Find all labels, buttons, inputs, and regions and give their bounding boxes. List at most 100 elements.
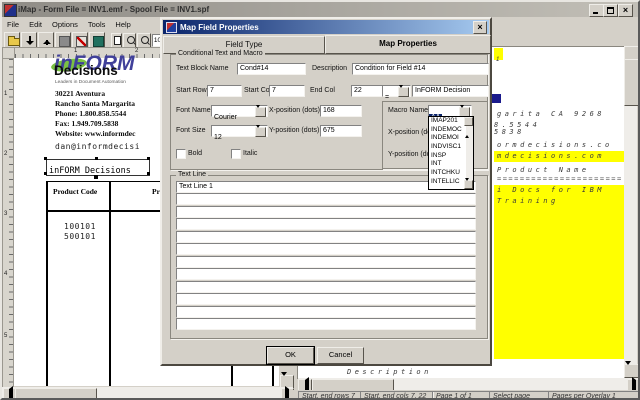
spool-line-marker: 1 — [494, 48, 503, 60]
maximize-button[interactable] — [603, 4, 618, 17]
spool-scroll-up-button[interactable] — [624, 46, 639, 60]
cancel-button[interactable]: Cancel — [317, 347, 364, 364]
dropdown-option[interactable]: INDEMOC — [429, 126, 464, 135]
text-line-input-11[interactable] — [176, 306, 476, 318]
menu-help[interactable]: Help — [115, 20, 130, 29]
status-cols: Start, end cols 7, 22 — [360, 391, 434, 400]
start-col-input[interactable]: 7 — [269, 85, 305, 97]
text-line-input-4[interactable] — [176, 218, 476, 230]
text-block-name-input[interactable]: Cond#14 — [237, 63, 306, 75]
font-size-combo[interactable]: 12 — [211, 125, 268, 137]
gray-block-icon — [59, 36, 70, 47]
x-position-input[interactable]: 168 — [320, 105, 362, 117]
dropdown-scroll-down-button[interactable] — [464, 180, 473, 189]
text-block-name-label: Text Block Name — [176, 65, 229, 72]
dialog-title: Map Field Properties — [180, 23, 259, 32]
end-col-label: End Col — [310, 87, 335, 94]
text-line-input-9[interactable] — [176, 281, 476, 293]
condition-input[interactable]: InFORM Decision — [412, 85, 489, 97]
y-position-input[interactable]: 675 — [320, 125, 362, 137]
dropdown-scroll-up-button[interactable] — [464, 117, 473, 126]
font-size-dropdown-button[interactable] — [255, 127, 266, 137]
v-ruler-number: 2 — [4, 151, 7, 157]
dialog-icon — [166, 22, 177, 33]
address-line: Phone: 1.800.858.5544 — [55, 109, 135, 119]
selection-handle[interactable] — [147, 172, 150, 175]
x-position-label: X-position (dots) — [269, 107, 320, 114]
open-folder-icon — [8, 38, 20, 46]
title-bar: iMap - Form File = INV1.emf - Spool File… — [2, 2, 638, 17]
status-select-page[interactable]: Select page — [489, 391, 549, 400]
tab-label: Field Type — [226, 40, 263, 49]
menu-file[interactable]: File — [7, 20, 19, 29]
minimize-icon — [593, 12, 598, 14]
v-ruler-number: 1 — [4, 91, 7, 97]
selection-handle[interactable] — [94, 175, 98, 179]
form-hscroll-thumb[interactable] — [15, 388, 97, 400]
text-line-input-10[interactable] — [176, 293, 476, 305]
spool-highlight-block — [494, 185, 624, 359]
text-line-input-6[interactable] — [176, 243, 476, 255]
spool-line: garita CA 9268 — [497, 110, 623, 118]
font-name-combo[interactable]: Courier — [211, 105, 268, 117]
minimize-button[interactable] — [589, 4, 604, 17]
selection-handle[interactable] — [95, 157, 98, 160]
font-name-label: Font Name — [176, 107, 211, 114]
zoom-in-handle — [133, 42, 136, 45]
dropdown-option[interactable]: INTCHKU — [429, 169, 464, 178]
operator-dropdown-button[interactable] — [398, 87, 409, 97]
text-line-input-5[interactable] — [176, 231, 476, 243]
menu-options[interactable]: Options — [52, 20, 78, 29]
dropdown-option[interactable]: INSP — [429, 152, 464, 161]
selection-handle[interactable] — [147, 157, 150, 160]
text-line-input-7[interactable] — [176, 256, 476, 268]
selection-handle[interactable] — [44, 172, 47, 175]
zoom-out-button[interactable] — [137, 33, 151, 48]
dialog-title-bar[interactable]: Map Field Properties × — [163, 20, 489, 34]
scroll-left-icon — [6, 386, 13, 400]
text-line-input-12[interactable] — [176, 318, 476, 330]
text-line-input-8[interactable] — [176, 268, 476, 280]
spool-separator-line: ======================== — [497, 175, 623, 183]
page-mode-button[interactable] — [111, 33, 122, 48]
italic-checkbox[interactable] — [231, 149, 241, 159]
italic-label: Italic — [243, 150, 257, 157]
h-ruler-number: 2 — [135, 48, 138, 54]
menu-edit[interactable]: Edit — [29, 20, 42, 29]
start-col-label: Start Col — [244, 87, 271, 94]
text-line-input-3[interactable] — [176, 206, 476, 218]
start-row-input[interactable]: 7 — [207, 85, 242, 97]
operator-value: = — [383, 94, 389, 101]
dropdown-icon — [256, 125, 260, 147]
spool-scroll-down-button[interactable] — [624, 364, 639, 378]
selected-block-text: inFORM Decisions — [47, 166, 131, 176]
dropdown-option[interactable]: INT — [429, 160, 464, 169]
description-input[interactable]: Condition for Field #14 — [352, 63, 489, 75]
red-cross-icon — [76, 36, 87, 47]
maximize-icon — [607, 7, 614, 14]
dropdown-option[interactable]: IMAP201 — [429, 117, 464, 126]
dropdown-option[interactable]: INTELLIC — [429, 178, 464, 187]
operator-combo[interactable]: = — [382, 85, 411, 97]
spool-vscroll-thumb[interactable] — [624, 59, 639, 106]
spool-line: 5838 — [494, 128, 620, 136]
open-folder-tab — [8, 36, 15, 39]
close-button[interactable]: × — [618, 4, 633, 17]
font-name-dropdown-button[interactable] — [255, 107, 266, 117]
bold-checkbox[interactable] — [176, 149, 186, 159]
end-col-input[interactable]: 22 — [351, 85, 383, 97]
selection-handle[interactable] — [44, 157, 47, 160]
zoom-in-button[interactable] — [123, 33, 137, 48]
spool-line: ormdecisions.co — [497, 141, 623, 149]
dialog-close-button[interactable]: × — [473, 21, 487, 34]
v-ruler-number: 5 — [4, 333, 7, 339]
dropdown-option[interactable]: INDEMOI — [429, 134, 464, 143]
selected-text-block[interactable]: inFORM Decisions — [46, 159, 150, 176]
tab-map-properties[interactable]: Map Properties — [325, 35, 491, 54]
dropdown-option[interactable]: INDVISC1 — [429, 143, 464, 152]
menu-tools[interactable]: Tools — [88, 20, 106, 29]
ok-button[interactable]: OK — [267, 347, 314, 364]
text-line-input-2[interactable] — [176, 193, 476, 205]
scroll-right-icon — [285, 386, 292, 400]
window-title: iMap - Form File = INV1.emf - Spool File… — [18, 5, 209, 14]
